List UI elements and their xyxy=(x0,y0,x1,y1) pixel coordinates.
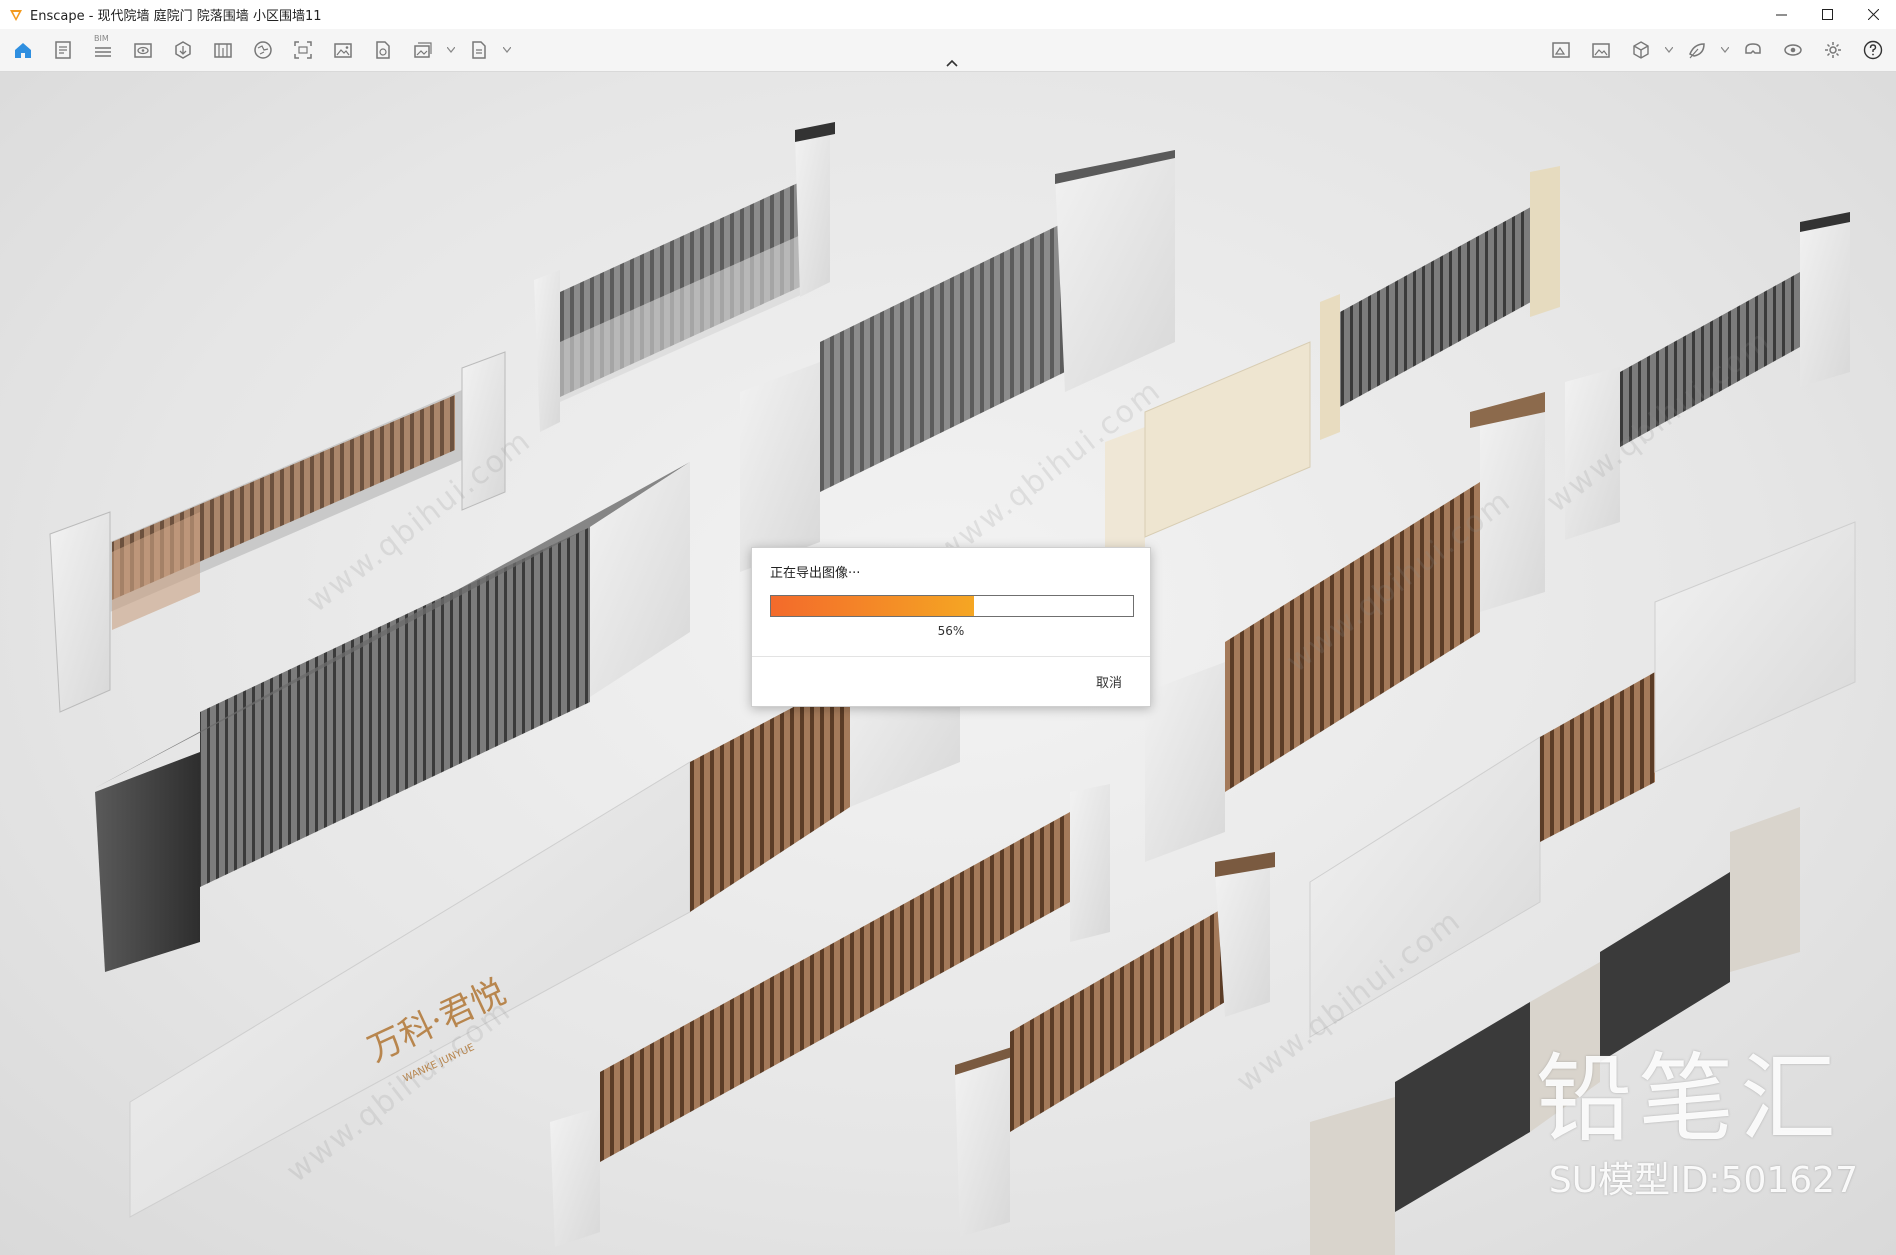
asset-library-icon xyxy=(1552,42,1570,58)
toolbar-left: BIM xyxy=(6,29,512,71)
window-controls xyxy=(1758,0,1896,29)
chevron-down-icon xyxy=(1665,47,1673,53)
batch-render-icon xyxy=(414,42,432,58)
exe-export-button[interactable] xyxy=(462,33,496,67)
batch-render-dropdown[interactable] xyxy=(446,33,456,67)
preview-icon xyxy=(1784,44,1802,56)
enscape-logo-icon xyxy=(10,9,22,21)
bim-button[interactable]: BIM xyxy=(86,33,120,67)
chevron-down-icon xyxy=(1721,47,1729,53)
asset-library-button[interactable] xyxy=(1544,33,1578,67)
close-icon xyxy=(1867,9,1879,20)
atmosphere-icon xyxy=(1689,43,1705,59)
settings-icon xyxy=(1825,42,1841,58)
export-icon xyxy=(376,41,390,59)
maximize-button[interactable] xyxy=(1804,0,1850,29)
navigation-button[interactable] xyxy=(166,33,200,67)
screenshot-button[interactable] xyxy=(326,33,360,67)
home-button[interactable] xyxy=(6,33,40,67)
exe-export-dropdown[interactable] xyxy=(502,33,512,67)
views-button[interactable] xyxy=(1624,33,1658,67)
navigation-icon xyxy=(175,41,191,59)
preview-button[interactable] xyxy=(1776,33,1810,67)
brand-watermark: 铅笔汇 xyxy=(1536,1043,1842,1155)
materials-icon xyxy=(214,43,232,58)
maximize-icon xyxy=(1821,9,1833,20)
screenshot-icon xyxy=(334,43,352,58)
vr-headset-icon xyxy=(1745,43,1761,54)
settings-button[interactable] xyxy=(1816,33,1850,67)
export-progress-bar xyxy=(770,595,1134,617)
views-icon xyxy=(1633,41,1649,59)
notes-icon xyxy=(55,41,71,59)
visibility-icon xyxy=(134,43,152,58)
site-context-button[interactable] xyxy=(246,33,280,67)
batch-render-button[interactable] xyxy=(406,33,440,67)
minimize-button[interactable] xyxy=(1758,0,1804,29)
progress-percent: 56% xyxy=(937,624,965,638)
atmosphere-dropdown[interactable] xyxy=(1720,33,1730,67)
window-title: Enscape - 现代院墙 庭院门 院落围墙 小区围墙11 xyxy=(30,9,322,24)
toolbar-right xyxy=(1544,29,1890,71)
model-id-watermark: SU模型ID:501627 xyxy=(1548,1160,1858,1201)
home-icon xyxy=(15,43,31,58)
notes-button[interactable] xyxy=(46,33,80,67)
export-button[interactable] xyxy=(366,33,400,67)
capture-button[interactable] xyxy=(286,33,320,67)
chevron-down-icon xyxy=(447,47,455,53)
views-dropdown[interactable] xyxy=(1664,33,1674,67)
exe-export-icon xyxy=(472,41,486,59)
title-bar: Enscape - 现代院墙 庭院门 院落围墙 小区围墙11 xyxy=(0,0,1896,30)
collapse-toolbar-icon[interactable] xyxy=(940,56,964,70)
dialog-title: 正在导出图像··· xyxy=(770,566,861,581)
site-context-icon xyxy=(254,41,272,59)
vr-headset-button[interactable] xyxy=(1736,33,1770,67)
image-gallery-icon xyxy=(1592,43,1610,58)
chevron-down-icon xyxy=(503,47,511,53)
progress-fill xyxy=(771,596,974,616)
help-button[interactable] xyxy=(1856,33,1890,67)
capture-icon xyxy=(294,41,312,59)
dialog-divider xyxy=(752,656,1150,657)
minimize-icon xyxy=(1775,14,1787,16)
help-icon xyxy=(1863,40,1883,60)
atmosphere-button[interactable] xyxy=(1680,33,1714,67)
materials-button[interactable] xyxy=(206,33,240,67)
cancel-button[interactable]: 取消 xyxy=(1090,670,1128,693)
export-progress-dialog: 正在导出图像··· 56% 取消 xyxy=(751,547,1151,707)
close-button[interactable] xyxy=(1850,0,1896,29)
bim-label: BIM xyxy=(94,34,109,43)
visibility-button[interactable] xyxy=(126,33,160,67)
image-gallery-button[interactable] xyxy=(1584,33,1618,67)
